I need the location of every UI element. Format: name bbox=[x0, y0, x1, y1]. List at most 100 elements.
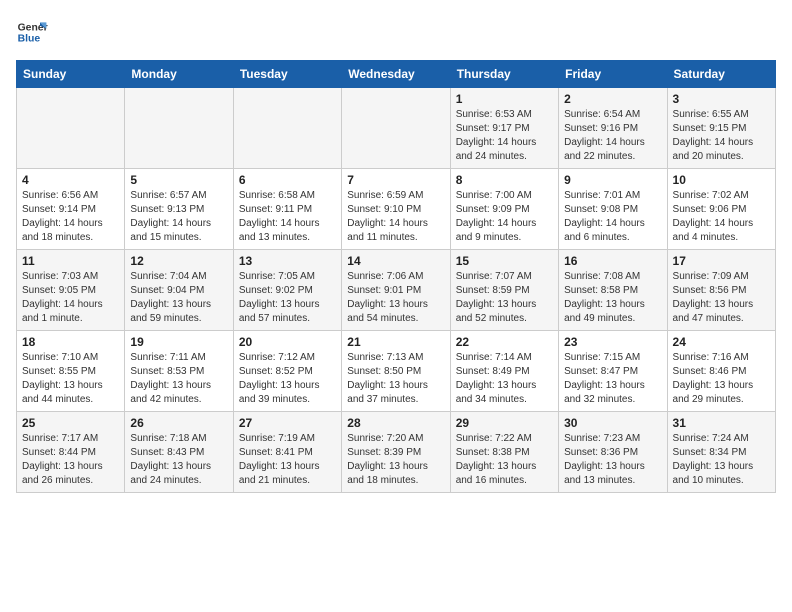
day-info: Sunrise: 7:09 AM Sunset: 8:56 PM Dayligh… bbox=[673, 270, 770, 326]
logo: General Blue bbox=[16, 16, 48, 48]
day-info: Sunrise: 7:03 AM Sunset: 9:05 PM Dayligh… bbox=[22, 270, 119, 326]
day-number: 7 bbox=[347, 173, 444, 187]
day-cell bbox=[17, 88, 125, 169]
day-number: 16 bbox=[564, 254, 661, 268]
column-header-thursday: Thursday bbox=[450, 61, 558, 88]
header-row: SundayMondayTuesdayWednesdayThursdayFrid… bbox=[17, 61, 776, 88]
day-cell bbox=[125, 88, 233, 169]
day-info: Sunrise: 6:57 AM Sunset: 9:13 PM Dayligh… bbox=[130, 189, 227, 245]
week-row-5: 25 Sunrise: 7:17 AM Sunset: 8:44 PM Dayli… bbox=[17, 412, 776, 493]
day-number: 20 bbox=[239, 335, 336, 349]
day-cell: 3Sunrise: 6:55 AM Sunset: 9:15 PM Daylig… bbox=[667, 88, 775, 169]
day-cell: 9 Sunrise: 7:01 AM Sunset: 9:08 PM Daylig… bbox=[559, 169, 667, 250]
day-info: Sunrise: 7:02 AM Sunset: 9:06 PM Dayligh… bbox=[673, 189, 770, 245]
day-number: 5 bbox=[130, 173, 227, 187]
day-cell: 19 Sunrise: 7:11 AM Sunset: 8:53 PM Dayli… bbox=[125, 331, 233, 412]
day-cell: 31Sunrise: 7:24 AM Sunset: 8:34 PM Dayli… bbox=[667, 412, 775, 493]
day-info: Sunrise: 6:56 AM Sunset: 9:14 PM Dayligh… bbox=[22, 189, 119, 245]
day-number: 13 bbox=[239, 254, 336, 268]
day-info: Sunrise: 7:20 AM Sunset: 8:39 PM Dayligh… bbox=[347, 432, 444, 488]
day-cell: 25 Sunrise: 7:17 AM Sunset: 8:44 PM Dayli… bbox=[17, 412, 125, 493]
page-header: General Blue bbox=[16, 16, 776, 48]
day-info: Sunrise: 7:01 AM Sunset: 9:08 PM Dayligh… bbox=[564, 189, 661, 245]
day-info: Sunrise: 6:54 AM Sunset: 9:16 PM Dayligh… bbox=[564, 108, 661, 164]
day-cell: 24Sunrise: 7:16 AM Sunset: 8:46 PM Dayli… bbox=[667, 331, 775, 412]
day-cell: 15 Sunrise: 7:07 AM Sunset: 8:59 PM Dayli… bbox=[450, 250, 558, 331]
day-cell: 11 Sunrise: 7:03 AM Sunset: 9:05 PM Dayli… bbox=[17, 250, 125, 331]
day-number: 30 bbox=[564, 416, 661, 430]
day-info: Sunrise: 7:04 AM Sunset: 9:04 PM Dayligh… bbox=[130, 270, 227, 326]
column-header-sunday: Sunday bbox=[17, 61, 125, 88]
day-info: Sunrise: 7:13 AM Sunset: 8:50 PM Dayligh… bbox=[347, 351, 444, 407]
day-number: 28 bbox=[347, 416, 444, 430]
day-number: 11 bbox=[22, 254, 119, 268]
day-number: 9 bbox=[564, 173, 661, 187]
day-cell: 5 Sunrise: 6:57 AM Sunset: 9:13 PM Daylig… bbox=[125, 169, 233, 250]
day-cell: 28 Sunrise: 7:20 AM Sunset: 8:39 PM Dayli… bbox=[342, 412, 450, 493]
calendar-table: SundayMondayTuesdayWednesdayThursdayFrid… bbox=[16, 60, 776, 493]
day-cell: 10Sunrise: 7:02 AM Sunset: 9:06 PM Dayli… bbox=[667, 169, 775, 250]
day-cell: 22Sunrise: 7:14 AM Sunset: 8:49 PM Dayli… bbox=[450, 331, 558, 412]
day-cell: 7 Sunrise: 6:59 AM Sunset: 9:10 PM Daylig… bbox=[342, 169, 450, 250]
day-info: Sunrise: 7:12 AM Sunset: 8:52 PM Dayligh… bbox=[239, 351, 336, 407]
day-number: 22 bbox=[456, 335, 553, 349]
week-row-2: 4 Sunrise: 6:56 AM Sunset: 9:14 PM Daylig… bbox=[17, 169, 776, 250]
day-info: Sunrise: 7:05 AM Sunset: 9:02 PM Dayligh… bbox=[239, 270, 336, 326]
day-cell: 13 Sunrise: 7:05 AM Sunset: 9:02 PM Dayli… bbox=[233, 250, 341, 331]
day-number: 21 bbox=[347, 335, 444, 349]
day-number: 1 bbox=[456, 92, 553, 106]
day-cell: 12 Sunrise: 7:04 AM Sunset: 9:04 PM Dayli… bbox=[125, 250, 233, 331]
day-cell: 4 Sunrise: 6:56 AM Sunset: 9:14 PM Daylig… bbox=[17, 169, 125, 250]
day-number: 19 bbox=[130, 335, 227, 349]
day-cell: 30Sunrise: 7:23 AM Sunset: 8:36 PM Dayli… bbox=[559, 412, 667, 493]
day-number: 24 bbox=[673, 335, 770, 349]
day-number: 18 bbox=[22, 335, 119, 349]
day-number: 31 bbox=[673, 416, 770, 430]
day-cell: 20 Sunrise: 7:12 AM Sunset: 8:52 PM Dayli… bbox=[233, 331, 341, 412]
day-info: Sunrise: 7:10 AM Sunset: 8:55 PM Dayligh… bbox=[22, 351, 119, 407]
column-header-saturday: Saturday bbox=[667, 61, 775, 88]
day-number: 27 bbox=[239, 416, 336, 430]
day-number: 29 bbox=[456, 416, 553, 430]
day-number: 12 bbox=[130, 254, 227, 268]
day-number: 15 bbox=[456, 254, 553, 268]
day-info: Sunrise: 7:11 AM Sunset: 8:53 PM Dayligh… bbox=[130, 351, 227, 407]
day-number: 17 bbox=[673, 254, 770, 268]
day-cell: 23 Sunrise: 7:15 AM Sunset: 8:47 PM Dayli… bbox=[559, 331, 667, 412]
day-number: 6 bbox=[239, 173, 336, 187]
day-cell bbox=[233, 88, 341, 169]
column-header-wednesday: Wednesday bbox=[342, 61, 450, 88]
day-cell: 1 Sunrise: 6:53 AM Sunset: 9:17 PM Daylig… bbox=[450, 88, 558, 169]
logo-icon: General Blue bbox=[16, 16, 48, 48]
day-cell: 21 Sunrise: 7:13 AM Sunset: 8:50 PM Dayli… bbox=[342, 331, 450, 412]
day-number: 25 bbox=[22, 416, 119, 430]
day-info: Sunrise: 7:00 AM Sunset: 9:09 PM Dayligh… bbox=[456, 189, 553, 245]
day-info: Sunrise: 7:15 AM Sunset: 8:47 PM Dayligh… bbox=[564, 351, 661, 407]
day-number: 8 bbox=[456, 173, 553, 187]
week-row-4: 18 Sunrise: 7:10 AM Sunset: 8:55 PM Dayli… bbox=[17, 331, 776, 412]
day-cell bbox=[342, 88, 450, 169]
day-cell: 26 Sunrise: 7:18 AM Sunset: 8:43 PM Dayli… bbox=[125, 412, 233, 493]
day-number: 14 bbox=[347, 254, 444, 268]
day-cell: 16 Sunrise: 7:08 AM Sunset: 8:58 PM Dayli… bbox=[559, 250, 667, 331]
day-info: Sunrise: 7:17 AM Sunset: 8:44 PM Dayligh… bbox=[22, 432, 119, 488]
svg-text:Blue: Blue bbox=[18, 34, 41, 45]
day-number: 26 bbox=[130, 416, 227, 430]
week-row-3: 11 Sunrise: 7:03 AM Sunset: 9:05 PM Dayli… bbox=[17, 250, 776, 331]
day-info: Sunrise: 7:19 AM Sunset: 8:41 PM Dayligh… bbox=[239, 432, 336, 488]
day-info: Sunrise: 6:53 AM Sunset: 9:17 PM Dayligh… bbox=[456, 108, 553, 164]
day-info: Sunrise: 6:59 AM Sunset: 9:10 PM Dayligh… bbox=[347, 189, 444, 245]
day-info: Sunrise: 6:58 AM Sunset: 9:11 PM Dayligh… bbox=[239, 189, 336, 245]
day-cell: 2Sunrise: 6:54 AM Sunset: 9:16 PM Daylig… bbox=[559, 88, 667, 169]
day-info: Sunrise: 7:06 AM Sunset: 9:01 PM Dayligh… bbox=[347, 270, 444, 326]
day-info: Sunrise: 7:07 AM Sunset: 8:59 PM Dayligh… bbox=[456, 270, 553, 326]
day-info: Sunrise: 7:18 AM Sunset: 8:43 PM Dayligh… bbox=[130, 432, 227, 488]
day-number: 4 bbox=[22, 173, 119, 187]
day-cell: 14 Sunrise: 7:06 AM Sunset: 9:01 PM Dayli… bbox=[342, 250, 450, 331]
day-cell: 27 Sunrise: 7:19 AM Sunset: 8:41 PM Dayli… bbox=[233, 412, 341, 493]
day-cell: 8 Sunrise: 7:00 AM Sunset: 9:09 PM Daylig… bbox=[450, 169, 558, 250]
day-number: 23 bbox=[564, 335, 661, 349]
column-header-friday: Friday bbox=[559, 61, 667, 88]
column-header-tuesday: Tuesday bbox=[233, 61, 341, 88]
day-info: Sunrise: 7:08 AM Sunset: 8:58 PM Dayligh… bbox=[564, 270, 661, 326]
